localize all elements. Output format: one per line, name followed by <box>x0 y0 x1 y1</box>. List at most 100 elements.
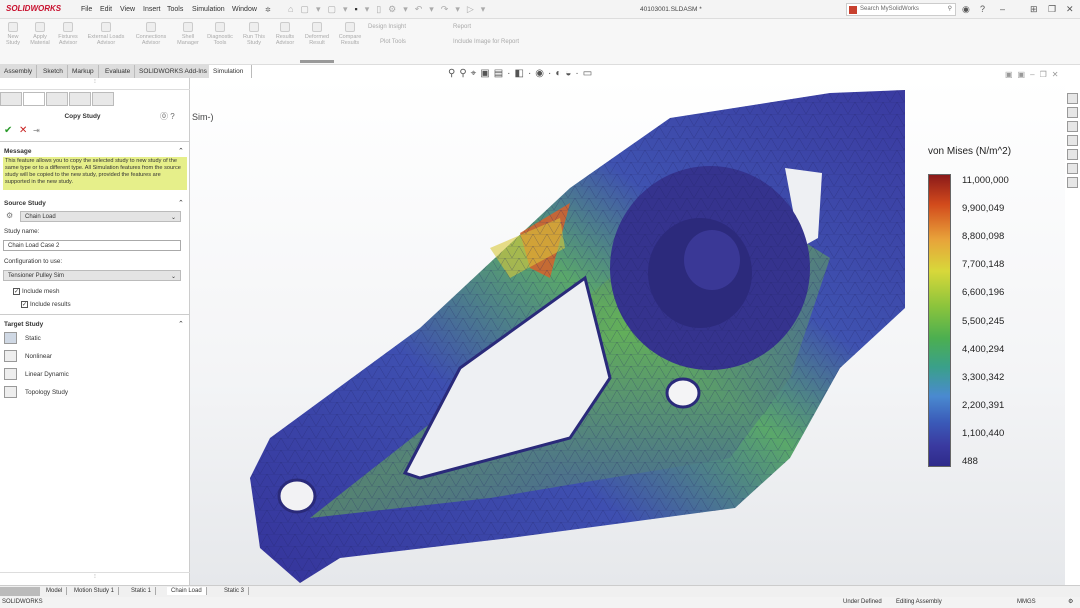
quick-access-toolbar[interactable]: ⌂▢▾▢▾▪▾▯⚙▾↶▾↷▾▷▾ <box>288 4 492 15</box>
cancel-button[interactable]: ✕ <box>19 125 27 136</box>
menu-tools[interactable]: Tools <box>167 6 183 13</box>
menu-simulation[interactable]: Simulation <box>192 6 225 13</box>
solidworks-logo: SOLIDWORKS <box>6 4 62 13</box>
user-icon[interactable]: ◉ <box>962 4 970 15</box>
menu-view[interactable]: View <box>120 6 135 13</box>
panel-splitter[interactable]: ⁝ <box>0 78 190 90</box>
file-explorer-icon[interactable] <box>1067 121 1078 132</box>
label: Deformed Result <box>304 34 330 46</box>
settings-icon[interactable]: ⚙ <box>1068 598 1073 605</box>
legend-color-bar <box>928 174 951 467</box>
compare-results-button[interactable]: Compare Results <box>336 22 364 46</box>
include-mesh-checkbox[interactable]: ✓ <box>13 288 20 295</box>
help-icon[interactable]: ? <box>980 4 985 14</box>
design-library-icon[interactable] <box>1067 107 1078 118</box>
property-manager-tab[interactable] <box>23 92 45 106</box>
new-study-button[interactable]: New Study <box>3 22 23 46</box>
chevron-down-icon: ⌄ <box>170 215 176 221</box>
study-name-input[interactable]: Chain Load Case 2 <box>3 240 181 251</box>
legend-tick-label: 488 <box>962 456 978 467</box>
message-text: This feature allows you to copy the sele… <box>3 157 187 190</box>
apply-material-button[interactable]: Apply Material <box>28 22 52 46</box>
graphics-viewport[interactable]: Sim-) ⚲⚲⌖▣▤·◧·◉·◐◒·▭ ▣▣–❐✕ von Mises (N/… <box>190 68 1065 585</box>
fixtures-advisor-button[interactable]: Fixtures Advisor <box>56 22 80 46</box>
label: Results Advisor <box>275 34 295 46</box>
forum-icon[interactable] <box>1067 163 1078 174</box>
deformed-icon <box>312 22 322 32</box>
legend-title: von Mises (N/m^2) <box>928 146 1012 157</box>
pin-icon[interactable]: ✲ <box>265 6 271 14</box>
tab-static-3[interactable]: Static 3 <box>220 587 250 595</box>
close-button[interactable]: ✕ <box>1066 4 1074 15</box>
appearances-icon[interactable] <box>1067 135 1078 146</box>
run-study-button[interactable]: Run This Study <box>240 22 268 46</box>
legend-tick-label: 9,900,049 <box>962 203 1005 215</box>
dimxpert-tab[interactable] <box>69 92 91 106</box>
chevron-down-icon: ⌄ <box>170 274 176 280</box>
tab-chain-load[interactable]: Chain Load <box>167 587 207 595</box>
status-mode: Editing Assembly <box>896 599 942 605</box>
include-mesh-label: Include mesh <box>22 288 60 295</box>
help-icon[interactable]: ⓪ ? <box>160 111 175 122</box>
results-icon <box>280 22 290 32</box>
units-selector[interactable]: MMGS <box>1017 599 1036 605</box>
home-icon[interactable] <box>1067 177 1078 188</box>
tab-sketch[interactable]: Sketch <box>39 65 68 78</box>
tab-addins[interactable]: SOLIDWORKS Add-Ins <box>135 65 212 78</box>
configuration-manager-tab[interactable] <box>46 92 68 106</box>
fixtures-icon <box>63 22 73 32</box>
search-input[interactable]: Search MySolidWorks ⚲ <box>846 3 956 16</box>
tab-markup[interactable]: Markup <box>68 65 99 78</box>
report-button[interactable]: Report <box>453 24 471 30</box>
include-results-checkbox[interactable]: ✓ <box>21 301 28 308</box>
include-image-button[interactable]: Include Image for Report <box>453 39 519 45</box>
run-icon <box>249 22 259 32</box>
results-advisor-button[interactable]: Results Advisor <box>272 22 298 46</box>
tab-static-1[interactable]: Static 1 <box>127 587 157 595</box>
menu-window[interactable]: Window <box>232 6 257 13</box>
pushpin-button[interactable]: ⇥ <box>33 126 40 135</box>
source-study-header: Source Study <box>4 200 46 207</box>
topology-icon <box>4 386 17 398</box>
study-icon: ⚙ <box>6 211 14 220</box>
collapse-icon[interactable]: ⌃ <box>178 199 184 207</box>
resources-icon[interactable] <box>1067 93 1078 104</box>
restore-button[interactable]: ❐ <box>1048 4 1056 15</box>
tab-motion-study-1[interactable]: Motion Study 1 <box>70 587 120 595</box>
menu-edit[interactable]: Edit <box>100 6 112 13</box>
custom-properties-icon[interactable] <box>1067 149 1078 160</box>
configuration-label: Configuration to use: <box>4 258 63 265</box>
search-icon: ⚲ <box>947 6 952 12</box>
study-name-label: Study name: <box>4 228 40 235</box>
panel-splitter[interactable]: ⁝ <box>0 572 190 584</box>
external-loads-button[interactable]: External Loads Advisor <box>84 22 128 46</box>
ok-button[interactable]: ✔ <box>4 125 12 136</box>
shell-manager-button[interactable]: Shell Manager <box>174 22 202 46</box>
display-manager-tab[interactable] <box>92 92 114 106</box>
design-insight-button[interactable]: Design Insight <box>368 24 406 30</box>
menu-insert[interactable]: Insert <box>143 6 161 13</box>
diagnostic-tools-button[interactable]: Diagnostic Tools <box>204 22 236 46</box>
label: Nonlinear <box>25 353 52 360</box>
plot-tools-button[interactable]: Plot Tools <box>380 39 406 45</box>
deformed-result-button[interactable]: Deformed Result <box>300 22 334 46</box>
compare-icon <box>345 22 355 32</box>
feature-manager-tab[interactable] <box>0 92 22 106</box>
collapse-icon[interactable]: ⌃ <box>178 320 184 328</box>
connections-advisor-button[interactable]: Connections Advisor <box>132 22 170 46</box>
ribbon-scrollbar[interactable] <box>300 60 334 63</box>
collapse-icon[interactable]: ⌃ <box>178 147 184 155</box>
label: Diagnostic Tools <box>207 34 233 46</box>
tab-simulation[interactable]: Simulation <box>209 65 252 78</box>
tab-assembly[interactable]: Assembly <box>0 65 38 78</box>
configuration-select[interactable]: Tensioner Pulley Sim ⌄ <box>3 270 181 281</box>
tab-model[interactable]: Model <box>42 587 68 595</box>
menu-file[interactable]: File <box>81 6 92 13</box>
tab-scroll-arrows[interactable] <box>0 587 40 596</box>
tab-evaluate[interactable]: Evaluate <box>101 65 136 78</box>
label: Fixtures Advisor <box>58 34 78 46</box>
source-study-select[interactable]: Chain Load ⌄ <box>20 211 181 222</box>
minimize-button[interactable]: – <box>1000 4 1005 14</box>
legend-tick-label: 1,100,440 <box>962 427 1005 439</box>
tile-button[interactable]: ⊞ <box>1030 4 1038 15</box>
